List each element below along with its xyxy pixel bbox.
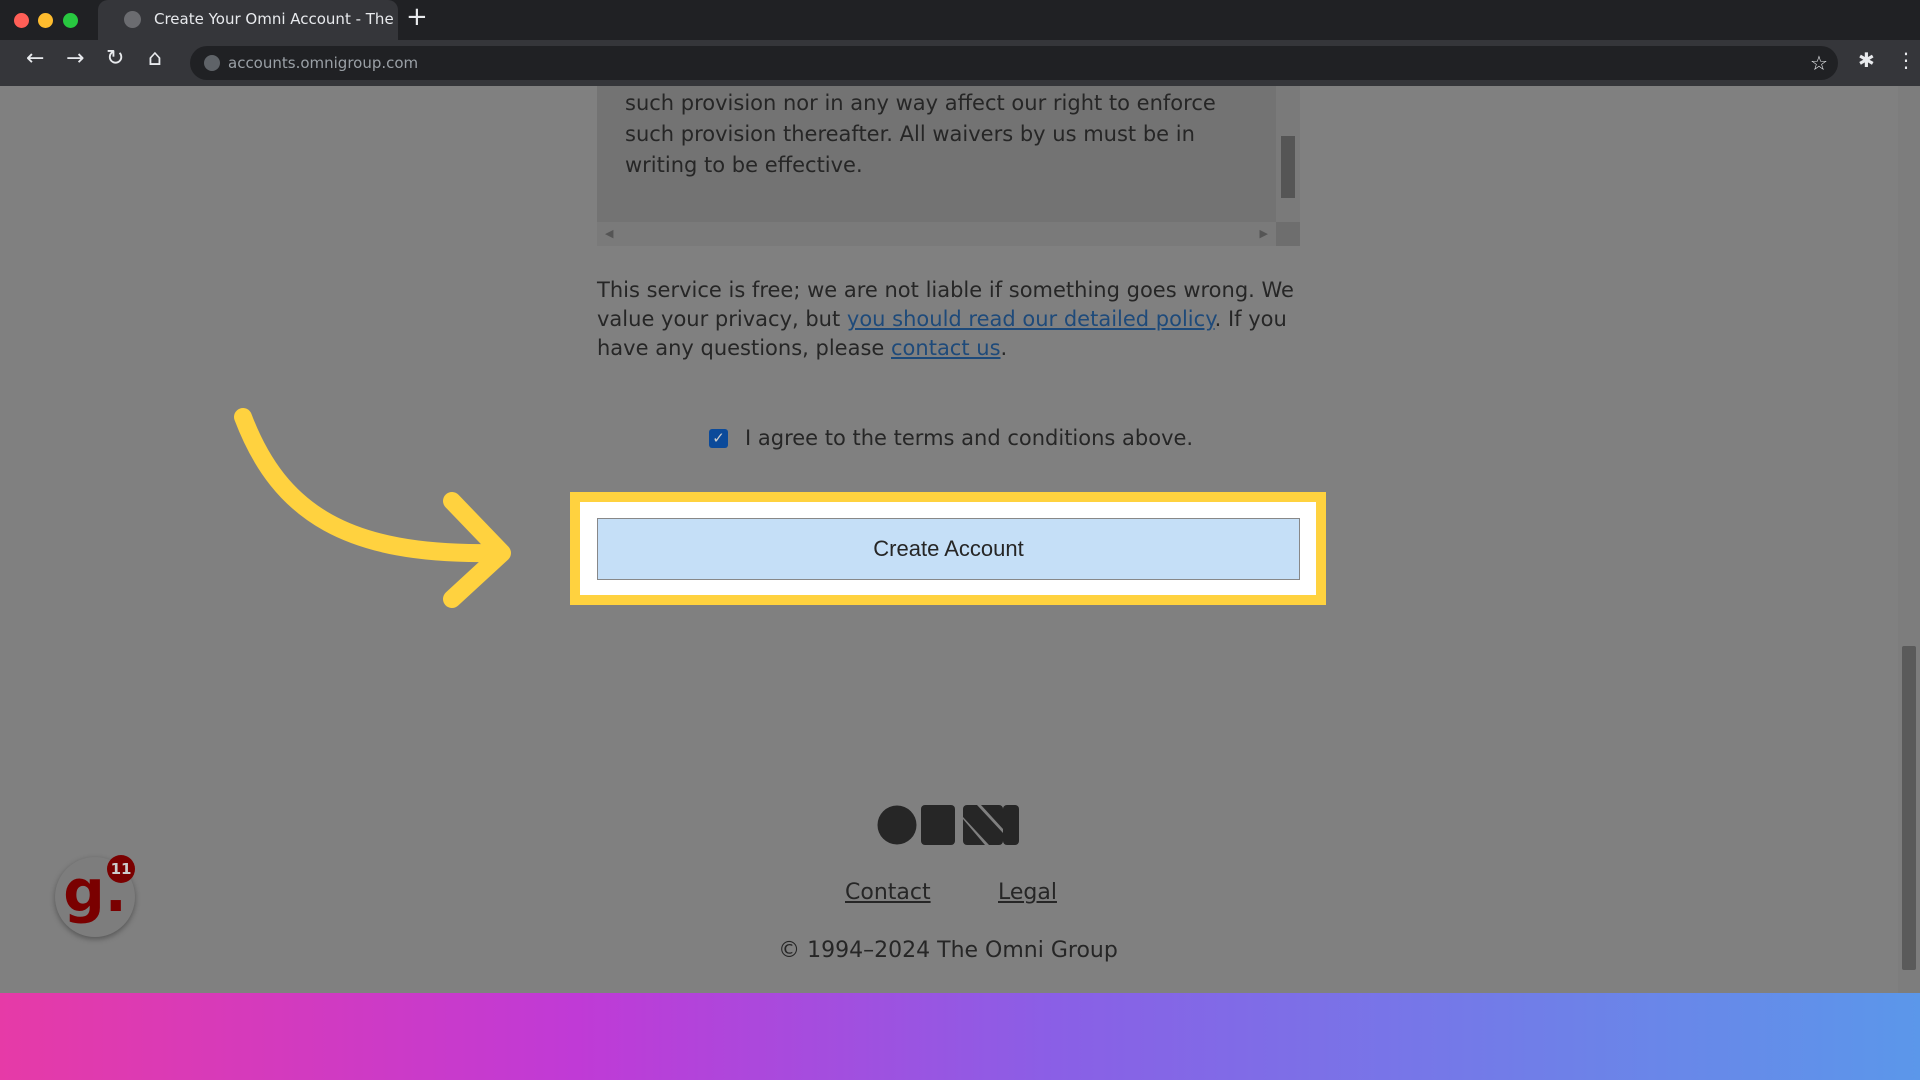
tab-title: Create Your Omni Account - The ( xyxy=(154,10,398,28)
desktop-gradient-background xyxy=(0,993,1920,1080)
minimize-window-button[interactable] xyxy=(38,13,53,28)
guidde-badge[interactable]: g. 11 xyxy=(55,855,135,937)
browser-toolbar: ← → ↻ ⌂ accounts.omnigroup.com ☆ ✱ ⋮ xyxy=(0,40,1920,86)
extensions-icon[interactable]: ✱ xyxy=(1858,48,1875,72)
page-scroll-thumb[interactable] xyxy=(1902,646,1916,970)
terms-vertical-scrollbar[interactable] xyxy=(1276,86,1300,222)
scroll-corner xyxy=(1276,222,1300,246)
page-scrollbar[interactable] xyxy=(1898,86,1920,993)
globe-icon xyxy=(124,11,141,28)
create-account-button[interactable]: Create Account xyxy=(597,518,1300,580)
agree-terms[interactable]: ✓ I agree to the terms and conditions ab… xyxy=(709,426,1193,450)
forward-icon[interactable]: → xyxy=(66,46,84,71)
notification-count: 11 xyxy=(107,855,135,883)
copyright: © 1994–2024 The Omni Group xyxy=(778,938,1118,963)
scroll-right-icon[interactable]: ▶ xyxy=(1260,227,1268,240)
tab-active[interactable]: Create Your Omni Account - The ( xyxy=(98,0,398,40)
scroll-left-icon[interactable]: ◀ xyxy=(605,227,613,240)
home-icon[interactable]: ⌂ xyxy=(148,46,162,71)
tab-bar: Create Your Omni Account - The ( + xyxy=(0,0,1920,40)
maximize-window-button[interactable] xyxy=(63,13,78,28)
omni-logo xyxy=(877,805,1019,845)
reload-icon[interactable]: ↻ xyxy=(106,46,124,71)
new-tab-button[interactable]: + xyxy=(406,2,428,32)
url-text: accounts.omnigroup.com xyxy=(228,54,419,72)
menu-icon[interactable]: ⋮ xyxy=(1896,48,1916,72)
footer-contact-link[interactable]: Contact xyxy=(845,880,931,905)
agree-checkbox[interactable]: ✓ xyxy=(709,428,728,448)
privacy-policy-link[interactable]: you should read our detailed policy xyxy=(847,307,1215,331)
footer-legal-link[interactable]: Legal xyxy=(998,880,1057,905)
scroll-thumb[interactable] xyxy=(1281,136,1295,198)
terms-textbox[interactable]: such provision nor in any way affect our… xyxy=(597,86,1300,246)
terms-text: such provision nor in any way affect our… xyxy=(625,91,1216,177)
terms-horizontal-scrollbar[interactable]: ◀ ▶ xyxy=(597,222,1276,246)
globe-icon xyxy=(204,55,220,71)
arrow-annotation-icon xyxy=(234,408,511,608)
address-bar[interactable]: accounts.omnigroup.com ☆ xyxy=(190,46,1838,80)
back-icon[interactable]: ← xyxy=(26,46,44,71)
contact-us-link[interactable]: contact us xyxy=(891,336,1001,360)
service-notice: This service is free; we are not liable … xyxy=(597,278,1294,360)
bookmark-star-icon[interactable]: ☆ xyxy=(1810,46,1828,80)
agree-label: I agree to the terms and conditions abov… xyxy=(745,426,1194,450)
close-window-button[interactable] xyxy=(14,13,29,28)
